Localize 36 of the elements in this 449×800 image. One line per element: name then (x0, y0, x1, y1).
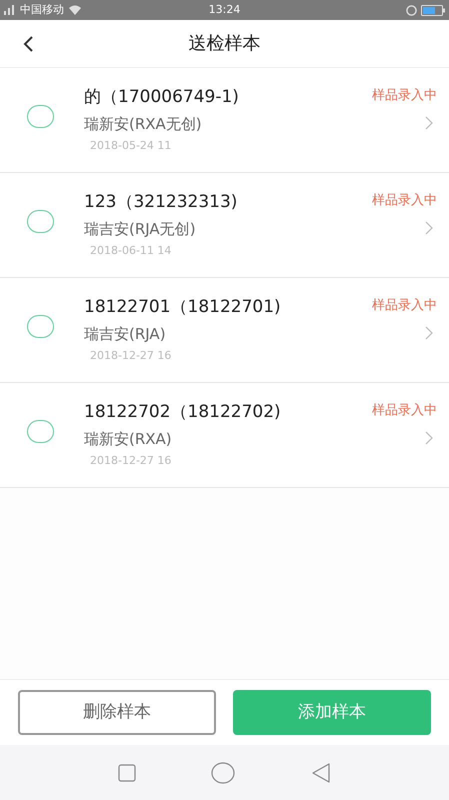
select-radio[interactable] (27, 420, 54, 443)
battery-icon (421, 4, 445, 16)
chevron-right-icon (425, 116, 433, 130)
chevron-right-icon (425, 326, 433, 340)
select-radio[interactable] (27, 105, 54, 128)
product-name: 瑞吉安(RJA无创) (84, 219, 197, 240)
sample-title: 的（170006749-1) (84, 86, 239, 109)
sample-title: 18122701（18122701) (84, 296, 281, 319)
carrier-text: 中国移动 (20, 2, 64, 18)
product-name: 瑞吉安(RJA) (84, 324, 167, 345)
wifi-icon (68, 5, 82, 15)
recents-icon[interactable] (118, 764, 136, 782)
product-name: 瑞新安(RXA无创) (84, 114, 203, 135)
page-title: 送检样本 (188, 32, 260, 56)
sample-date: 2018-12-27 16 (90, 453, 172, 469)
product-name: 瑞新安(RXA) (84, 429, 173, 450)
status-label: 样品录入中 (372, 87, 437, 105)
chevron-left-icon (22, 34, 34, 52)
chevron-right-icon (425, 220, 433, 234)
delete-button[interactable]: 删除样本 (18, 690, 216, 735)
clock-text: 13:24 (208, 2, 242, 18)
status-label: 样品录入中 (372, 192, 437, 210)
status-label: 样品录入中 (372, 297, 437, 315)
sample-date: 2018-05-24 11 (90, 138, 172, 154)
select-radio[interactable] (27, 210, 54, 233)
status-label: 样品录入中 (372, 402, 437, 420)
sample-title: 18122702（18122702) (84, 401, 281, 424)
back-icon[interactable] (311, 762, 332, 782)
sample-date: 2018-06-11 14 (90, 243, 172, 259)
select-radio[interactable] (27, 315, 54, 338)
chevron-right-icon (425, 430, 433, 444)
signal-icon (4, 5, 16, 15)
sample-date: 2018-12-27 16 (90, 348, 172, 364)
alarm-icon (406, 4, 417, 16)
sample-title: 123（321232313) (84, 191, 238, 214)
home-icon[interactable] (211, 762, 236, 784)
